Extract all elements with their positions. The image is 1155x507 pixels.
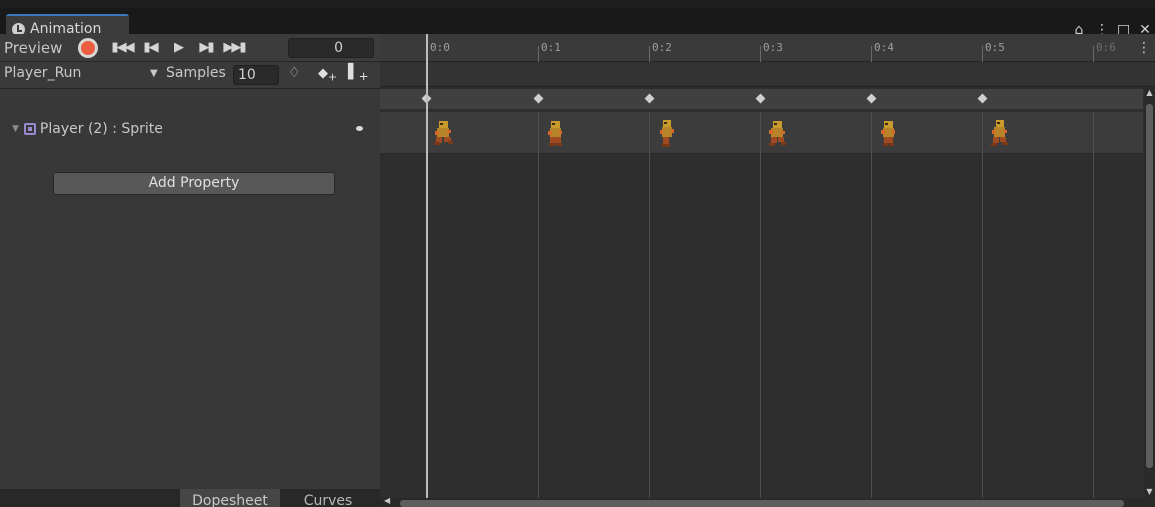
window-titlebar: Animation ⌂ ⋮ □ ✕ xyxy=(0,8,1155,42)
filter-keyframes-icon[interactable]: ♢ xyxy=(288,65,301,81)
ruler-tick xyxy=(871,46,872,62)
vertical-scrollbar[interactable]: ▲ ▼ xyxy=(1144,88,1155,498)
chevron-down-icon[interactable]: ▼ xyxy=(150,68,158,79)
preview-toggle[interactable]: Preview xyxy=(0,39,78,57)
property-hierarchy: ▼ Player (2) : Sprite Add Property xyxy=(0,90,380,490)
scroll-left-icon[interactable]: ◀ xyxy=(384,496,390,505)
frame-input[interactable]: 0 xyxy=(288,38,374,58)
first-key-icon[interactable]: ▮◀◀ xyxy=(108,40,136,55)
property-label: Player (2) : Sprite xyxy=(39,121,163,137)
frame-gridline xyxy=(871,112,872,498)
clip-toolbar: Player_Run ▼ Samples 10 ♢ ◆+ ▌+ xyxy=(0,62,380,89)
property-options-icon[interactable] xyxy=(356,126,363,131)
add-property-button[interactable]: Add Property xyxy=(53,172,335,195)
view-mode-tabs: Dopesheet Curves xyxy=(0,489,380,507)
kebab-menu-icon[interactable]: ⋮ xyxy=(1137,40,1151,56)
keyframe-diamond[interactable] xyxy=(977,93,988,104)
horizontal-scrollbar[interactable]: ◀ xyxy=(380,496,1155,507)
prev-key-icon[interactable]: ▮◀ xyxy=(136,40,164,55)
ruler-tick xyxy=(1093,46,1094,62)
timeline-panel: 0:0 0:1 0:2 0:3 0:4 0:5 0:6 ⋮ ▲ ▼ ◀ xyxy=(380,34,1155,507)
frame-gridline xyxy=(760,112,761,498)
horizontal-scroll-thumb[interactable] xyxy=(400,500,1124,507)
add-keyframe-icon[interactable]: ◆+ xyxy=(318,66,337,84)
frame-gridline xyxy=(649,112,650,498)
next-key-icon[interactable]: ▶▮ xyxy=(192,40,220,55)
tick-label: 0:2 xyxy=(652,41,672,54)
sprite-keyframe-thumbnail[interactable] xyxy=(764,118,790,148)
ruler-tick xyxy=(649,46,650,62)
playhead[interactable] xyxy=(426,34,428,498)
frame-gridline xyxy=(982,112,983,498)
sprite-keyframe-thumbnail[interactable] xyxy=(542,118,568,148)
sprite-renderer-icon xyxy=(23,123,36,135)
keyframe-diamond[interactable] xyxy=(533,93,544,104)
frame-gridline xyxy=(538,112,539,498)
summary-keyframe-row[interactable] xyxy=(380,89,1143,109)
add-event-icon[interactable]: ▌+ xyxy=(348,64,369,83)
event-strip[interactable] xyxy=(380,62,1155,87)
sprite-keyframe-thumbnail[interactable] xyxy=(653,118,679,148)
clip-dropdown[interactable]: Player_Run xyxy=(4,65,81,81)
scroll-down-icon[interactable]: ▼ xyxy=(1144,487,1155,496)
expand-arrow-icon[interactable]: ▼ xyxy=(12,124,19,134)
left-panel: Preview ▮◀◀ ▮◀ ▶ ▶▮ ▶▶▮ 0 Player_Run ▼ S… xyxy=(0,34,380,507)
tick-label: 0:5 xyxy=(985,41,1005,54)
ruler-tick xyxy=(538,46,539,62)
keyframe-diamond[interactable] xyxy=(866,93,877,104)
ruler-tick xyxy=(982,46,983,62)
playback-toolbar: Preview ▮◀◀ ▮◀ ▶ ▶▮ ▶▶▮ 0 xyxy=(0,34,380,62)
tick-label: 0:6 xyxy=(1096,41,1116,54)
frame-gridline xyxy=(1093,112,1094,498)
time-ruler[interactable]: 0:0 0:1 0:2 0:3 0:4 0:5 0:6 ⋮ xyxy=(380,34,1155,62)
samples-input[interactable]: 10 xyxy=(233,65,279,85)
keyframe-diamond[interactable] xyxy=(755,93,766,104)
scroll-up-icon[interactable]: ▲ xyxy=(1144,88,1155,97)
sprite-keyframe-thumbnail[interactable] xyxy=(875,118,901,148)
sprite-keyframe-row[interactable] xyxy=(380,112,1143,154)
samples-label: Samples xyxy=(166,65,226,81)
ruler-tick xyxy=(760,46,761,62)
tab-curves[interactable]: Curves xyxy=(280,489,376,507)
tick-label: 0:1 xyxy=(541,41,561,54)
tick-label: 0:4 xyxy=(874,41,894,54)
tick-label: 0:3 xyxy=(763,41,783,54)
keyframe-diamond[interactable] xyxy=(644,93,655,104)
sprite-keyframe-thumbnail[interactable] xyxy=(430,118,456,148)
play-icon[interactable]: ▶ xyxy=(164,40,192,55)
tick-label: 0:0 xyxy=(430,41,450,54)
last-key-icon[interactable]: ▶▶▮ xyxy=(220,40,248,55)
tab-dopesheet[interactable]: Dopesheet xyxy=(180,489,280,507)
sprite-keyframe-thumbnail[interactable] xyxy=(986,118,1012,148)
vertical-scroll-thumb[interactable] xyxy=(1146,104,1153,468)
record-button[interactable] xyxy=(78,37,98,58)
property-row[interactable]: ▼ Player (2) : Sprite xyxy=(0,118,380,140)
